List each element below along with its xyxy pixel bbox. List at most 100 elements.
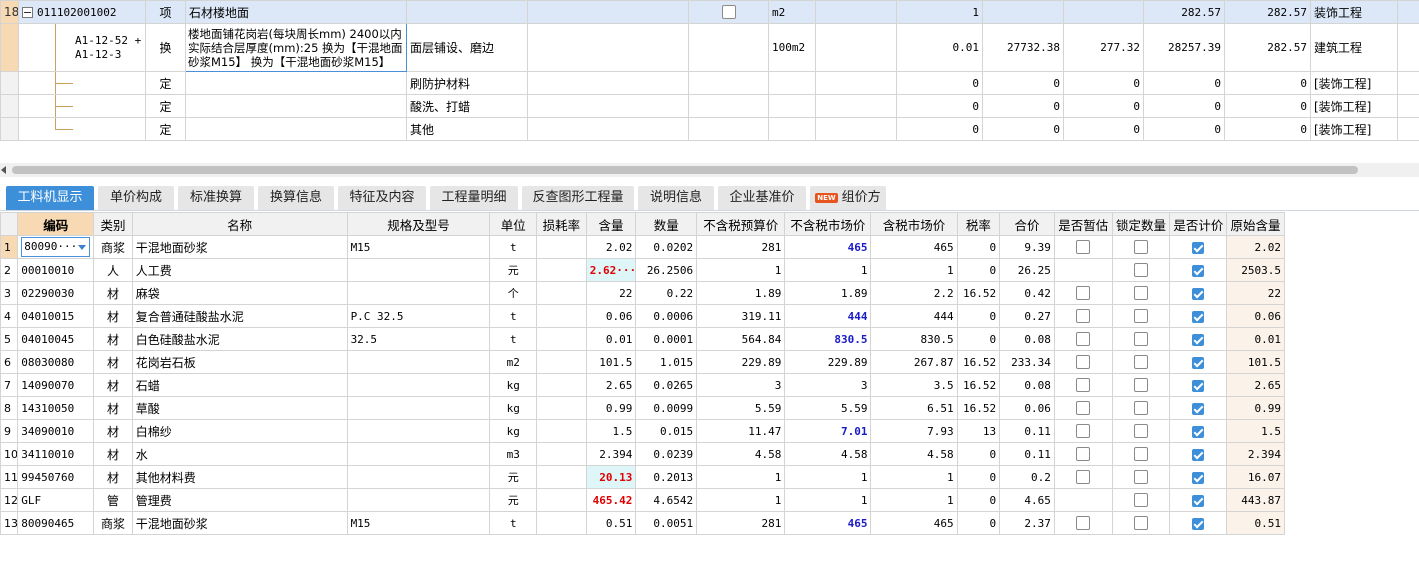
market-price-tax-cell[interactable]: 830.5 (870, 327, 958, 351)
tax-rate-cell[interactable]: 0 (956, 511, 1001, 535)
checkbox[interactable] (1133, 516, 1148, 531)
quantity-cell[interactable]: 0.2013 (635, 465, 698, 489)
loss-cell[interactable] (536, 281, 587, 305)
checkbox[interactable] (1076, 355, 1091, 370)
checkbox[interactable] (1133, 470, 1148, 485)
estimate-cell[interactable] (1053, 327, 1113, 351)
col-market-price[interactable]: 不含税市场价 (784, 212, 872, 236)
lock-qty-cell[interactable] (1111, 350, 1171, 374)
content-cell[interactable]: 0.01 (585, 327, 637, 351)
quantity-cell[interactable]: 0.22 (635, 281, 698, 305)
code-cell[interactable]: GLF (17, 488, 95, 512)
spec-cell[interactable] (346, 419, 491, 443)
content-cell[interactable]: 2.02 (585, 235, 637, 259)
code-cell[interactable]: 99450760 (17, 465, 95, 489)
table-row[interactable]: 2 00010010 人人工费元 2.62··· 26.2506 1 1 1 0 26.25 250… (0, 258, 1285, 282)
name-cell[interactable]: 干混地面砂浆 (131, 511, 348, 535)
priced-cell[interactable] (1169, 281, 1228, 305)
tab-features[interactable]: 特征及内容 (338, 186, 426, 210)
checkbox[interactable] (1133, 378, 1148, 393)
code-cell[interactable]: 34090010 (17, 419, 95, 443)
market-price-tax-cell[interactable]: 1 (870, 258, 958, 282)
code-cell[interactable]: 00010010 (17, 258, 95, 282)
tax-rate-cell[interactable]: 13 (956, 419, 1001, 443)
lock-qty-cell[interactable] (1111, 396, 1171, 420)
loss-cell[interactable] (536, 442, 587, 466)
checkbox[interactable] (1133, 240, 1148, 255)
collapse-icon[interactable] (22, 7, 33, 18)
spec-cell[interactable]: P.C 32.5 (346, 304, 491, 328)
lock-qty-cell[interactable] (1111, 488, 1171, 512)
spec-cell[interactable] (346, 488, 491, 512)
tax-rate-cell[interactable]: 0 (956, 235, 1001, 259)
priced-cell[interactable] (1169, 442, 1228, 466)
market-price-cell[interactable]: 3 (784, 373, 872, 397)
col-category[interactable]: 类别 (93, 212, 133, 236)
tab-pricing-plan[interactable]: NEW组价方案 (810, 186, 886, 229)
tax-rate-cell[interactable]: 0 (956, 258, 1001, 282)
lock-qty-cell[interactable] (1111, 281, 1171, 305)
tab-quantity-detail[interactable]: 工程量明细 (430, 186, 518, 210)
col-priced[interactable]: 是否计价 (1169, 212, 1228, 236)
estimate-cell[interactable] (1053, 373, 1113, 397)
checked-checkbox-icon[interactable] (1192, 356, 1205, 369)
priced-cell[interactable] (1169, 465, 1228, 489)
market-price-tax-cell[interactable]: 1 (870, 465, 958, 489)
item-name[interactable]: 石材楼地面 (185, 0, 407, 24)
loss-cell[interactable] (536, 511, 587, 535)
market-price-tax-cell[interactable]: 2.2 (870, 281, 958, 305)
lock-qty-cell[interactable] (1111, 511, 1171, 535)
market-price-tax-cell[interactable]: 4.58 (870, 442, 958, 466)
market-price-cell[interactable]: 1 (784, 465, 872, 489)
content-cell[interactable]: 2.394 (585, 442, 637, 466)
name-cell[interactable]: 麻袋 (131, 281, 348, 305)
table-row[interactable]: 11 99450760 材其他材料费元 20.13 0.2013 1 1 1 0 0.2 16.07 (0, 465, 1285, 489)
quantity-cell[interactable]: 1.015 (635, 350, 698, 374)
priced-cell[interactable] (1169, 258, 1228, 282)
quota-feature[interactable]: 面层铺设、磨边 (406, 23, 528, 72)
lock-qty-cell[interactable] (1111, 304, 1171, 328)
tax-rate-cell[interactable]: 16.52 (956, 373, 1001, 397)
market-price-tax-cell[interactable]: 444 (870, 304, 958, 328)
name-cell[interactable]: 人工费 (131, 258, 348, 282)
col-content[interactable]: 含量 (585, 212, 637, 236)
sub-row[interactable]: 定 其他 0 0 0 0 0 [装饰工程] (0, 117, 1419, 141)
quantity-cell[interactable]: 0.0099 (635, 396, 698, 420)
content-cell[interactable]: 0.51 (585, 511, 637, 535)
table-row[interactable]: 4 04010015 材复合普通硅酸盐水泥 P.C 32.5 t 0.06 0.0006 31… (0, 304, 1285, 328)
market-price-tax-cell[interactable]: 1 (870, 488, 958, 512)
table-row[interactable]: 13 80090465 商浆 干混地面砂浆 M15 t 0.51 0.0051 281 465 46… (0, 511, 1285, 535)
name-cell[interactable]: 白棉纱 (131, 419, 348, 443)
quantity-cell[interactable]: 0.0202 (635, 235, 698, 259)
spec-cell[interactable] (346, 350, 491, 374)
tax-rate-cell[interactable]: 16.52 (956, 281, 1001, 305)
market-price-cell[interactable]: 4.58 (784, 442, 872, 466)
table-row[interactable]: 3 02290030 材麻袋个 22 0.22 1.89 1.89 2.2 16.52 0.42 2… (0, 281, 1285, 305)
scroll-left-arrow-icon[interactable] (1, 166, 6, 174)
market-price-cell[interactable]: 444 (784, 304, 872, 328)
checkbox[interactable] (1133, 355, 1148, 370)
checked-checkbox-icon[interactable] (1192, 264, 1205, 277)
sub-feature[interactable]: 酸洗、打蜡 (406, 94, 528, 118)
content-cell[interactable]: 22 (585, 281, 637, 305)
code-cell[interactable]: 14310050 (17, 396, 95, 420)
dropdown-arrow-icon[interactable] (78, 245, 87, 250)
content-cell[interactable]: 101.5 (585, 350, 637, 374)
spec-cell[interactable] (346, 465, 491, 489)
name-cell[interactable]: 水 (131, 442, 348, 466)
code-cell[interactable]: 08030080 (17, 350, 95, 374)
market-price-tax-cell[interactable]: 267.87 (870, 350, 958, 374)
estimate-cell[interactable] (1053, 350, 1113, 374)
code-cell[interactable]: 04010015 (17, 304, 95, 328)
tax-rate-cell[interactable]: 16.52 (956, 396, 1001, 420)
sub-feature[interactable]: 刷防护材料 (406, 71, 528, 95)
estimate-cell[interactable] (1053, 258, 1113, 282)
spec-cell[interactable]: 32.5 (346, 327, 491, 351)
content-cell[interactable]: 1.5 (585, 419, 637, 443)
checkbox[interactable] (1133, 447, 1148, 462)
market-price-tax-cell[interactable]: 6.51 (870, 396, 958, 420)
estimate-cell[interactable] (1053, 511, 1113, 535)
checkbox[interactable] (1133, 332, 1148, 347)
col-loss[interactable]: 损耗率 (536, 212, 587, 236)
name-cell[interactable]: 石蜡 (131, 373, 348, 397)
